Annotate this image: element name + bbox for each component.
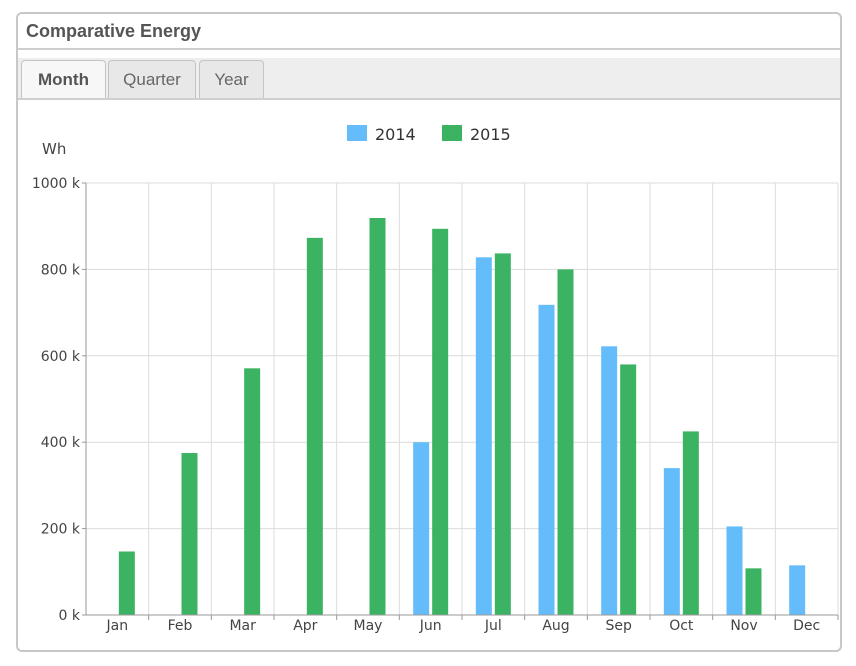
- bar-2015-jan: [118, 551, 135, 615]
- x-tick-label: Oct: [669, 618, 694, 634]
- bar-2015-sep: [620, 364, 637, 615]
- bar-2014-dec: [789, 565, 806, 615]
- bar-2015-nov: [745, 568, 762, 615]
- bar-2015-apr: [306, 237, 323, 615]
- x-tick-label: Jun: [419, 618, 442, 634]
- bar-2014-nov: [726, 526, 743, 615]
- bar-2014-jul: [475, 257, 492, 615]
- bar-2014-oct: [663, 468, 680, 615]
- legend-label-2014: 2014: [375, 125, 416, 144]
- bar-2015-may: [369, 217, 386, 615]
- x-tick-label: May: [354, 618, 383, 634]
- bar-2015-jun: [432, 228, 449, 616]
- y-tick-label: 1000 k: [32, 176, 81, 192]
- x-tick-label: Aug: [542, 618, 569, 634]
- legend-swatch-2015: [442, 125, 462, 141]
- bar-2015-jul: [494, 253, 511, 615]
- bar-2014-jun: [413, 442, 430, 615]
- bar-2014-sep: [601, 346, 618, 615]
- y-unit-label: Wh: [42, 140, 66, 158]
- bar-2015-mar: [244, 368, 261, 615]
- y-tick-label: 0 k: [59, 608, 81, 624]
- x-tick-label: Nov: [730, 618, 757, 634]
- y-tick-label: 200 k: [41, 522, 81, 538]
- y-tick-label: 800 k: [41, 262, 81, 278]
- legend-swatch-2014: [347, 125, 367, 141]
- bar-2014-aug: [538, 304, 555, 615]
- energy-bar-chart: 0 k 200 k 400 k 600 k 800 k 1000 k Wh Jan Feb Mar…: [32, 125, 839, 634]
- bar-2015-feb: [181, 453, 198, 615]
- legend-label-2015: 2015: [470, 125, 511, 144]
- x-tick-label: Mar: [229, 618, 256, 634]
- y-tick-label: 600 k: [41, 349, 81, 365]
- x-tick-label: Jul: [484, 618, 502, 634]
- x-tick-label: Feb: [168, 618, 193, 634]
- bar-2015-oct: [682, 431, 699, 615]
- x-tick-label: Jan: [106, 618, 129, 634]
- x-tick-label: Dec: [793, 618, 820, 634]
- y-tick-label: 400 k: [41, 435, 81, 451]
- x-tick-label: Apr: [293, 618, 317, 634]
- x-tick-label: Sep: [605, 618, 632, 634]
- bar-2015-aug: [557, 269, 574, 615]
